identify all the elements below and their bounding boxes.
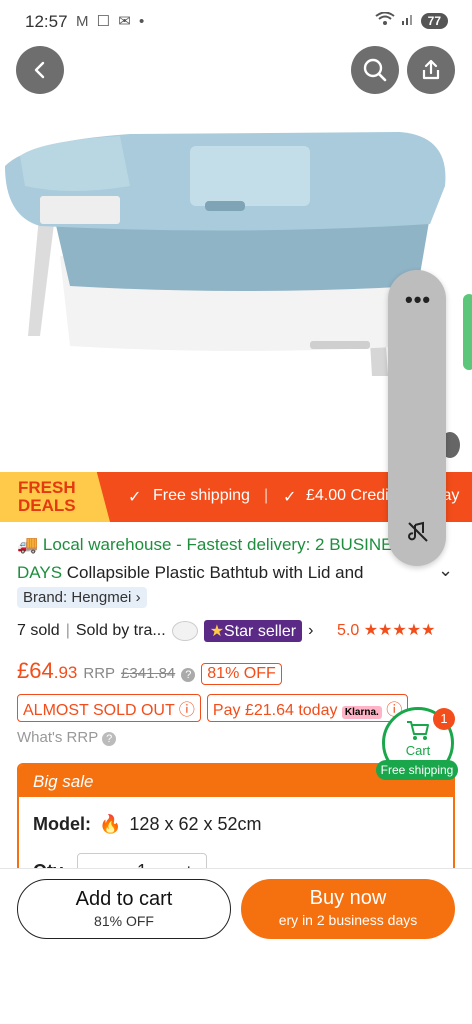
brand-tag[interactable]: Brand: Hengmei › [17,587,147,608]
wifi-icon [375,11,395,29]
seller-row[interactable]: 7 sold | Sold by tra... ★Star seller › [17,620,313,642]
deals-label: DEALS [18,496,76,515]
brand-label: Brand: Hengmei [23,589,132,606]
product-title: Collapsible Plastic Bathtub with Lid and [66,563,364,582]
klarna-pay-badge[interactable]: Pay £21.64 today Klarna. ⓘ [206,694,409,722]
more-icon[interactable]: ••• [405,289,431,311]
search-icon [363,58,387,82]
model-label: Model: [33,814,91,834]
warehouse-text: Local warehouse - Fastest delivery: 2 BU… [42,535,416,554]
star-seller-badge: ★Star seller [203,620,303,642]
days-label: DAYS [17,563,63,582]
seller-logo [171,621,198,641]
battery-level: 77 [420,12,448,29]
status-bar: 12:57 M ☐ ✉ • 77 [0,0,472,46]
share-icon [422,59,440,80]
cart-label: Cart [405,743,431,758]
klarna-logo: Klarna. [341,706,382,719]
signal-icon [401,12,415,29]
cart-icon [407,721,429,740]
chevron-right-icon: › [135,589,141,606]
side-tab[interactable] [463,294,472,370]
share-button[interactable] [407,46,455,94]
sold-by: Sold by tra... [75,622,166,639]
buy-now-label: Buy now [309,887,387,909]
whats-rrp-link[interactable]: What's RRP ? [17,729,117,746]
back-button[interactable] [16,46,64,94]
model-value: 128 x 62 x 52cm [129,814,262,834]
rrp-value: £341.84 [121,665,176,682]
product-page: { "status_bar":{"time":"12:57","icons":"… [0,0,472,1024]
info-icon[interactable]: ? [181,668,196,682]
free-shipping-label: Free shipping [153,487,250,504]
rrp-label: RRP [83,665,116,682]
flame-icon: 🔥 [99,814,122,834]
floating-overlay-panel[interactable]: ••• [388,270,446,566]
rating-value: 5.0 [337,622,360,639]
price-row: £64.93 RRP £341.84 ? 81% OFF [17,658,282,685]
status-right: 77 [375,11,448,29]
title-line: DAYS Collapsible Plastic Bathtub with Li… [17,563,437,583]
fresh-deals-badge: FRESH DEALS [0,472,110,522]
info-icon: ⓘ [178,702,195,719]
cart-free-shipping: Free shipping [376,760,458,780]
star-icon: ★ [209,623,225,640]
info-icon: ? [102,732,117,746]
credit-label: £4.00 Credit [306,487,394,504]
check-icon: ✓ [283,489,297,506]
add-to-cart-sub: 81% OFF [94,913,154,929]
almost-sold-out-badge[interactable]: ALMOST SOLD OUT ⓘ [17,694,201,722]
stock-row: ALMOST SOLD OUT ⓘ Pay £21.64 today Klarn… [17,694,409,722]
rating-stars: ★★★★★ [363,622,436,639]
divider: | [65,622,70,639]
cart-count-badge: 1 [433,708,455,730]
check-icon: ✓ [128,489,142,506]
model-row[interactable]: Model: 🔥 128 x 62 x 52cm [33,814,262,835]
chevron-right-icon: › [308,622,314,639]
divider: | [264,487,269,504]
delivery-truck-icon: 🚚 [17,535,39,554]
price: £64.93 [17,658,78,683]
buy-now-button[interactable]: Buy now ery in 2 business days [241,879,455,939]
add-to-cart-label: Add to cart [75,888,173,910]
fresh-label: FRESH [18,478,76,497]
search-button[interactable] [351,46,399,94]
add-to-cart-button[interactable]: Add to cart 81% OFF [17,879,231,939]
notification-icons: M ☐ ✉ • [76,13,147,30]
mute-icon[interactable] [406,520,430,549]
chevron-down-icon[interactable]: ⌄ [438,560,453,581]
rating[interactable]: 5.0 ★★★★★ [337,620,435,640]
local-warehouse-line: 🚚 Local warehouse - Fastest delivery: 2 … [17,535,415,555]
chevron-left-icon [34,61,45,79]
status-time: 12:57 [25,12,68,31]
sold-count: 7 sold [17,622,60,639]
buy-now-sub: ery in 2 business days [278,912,418,928]
discount-badge: 81% OFF [201,663,282,685]
